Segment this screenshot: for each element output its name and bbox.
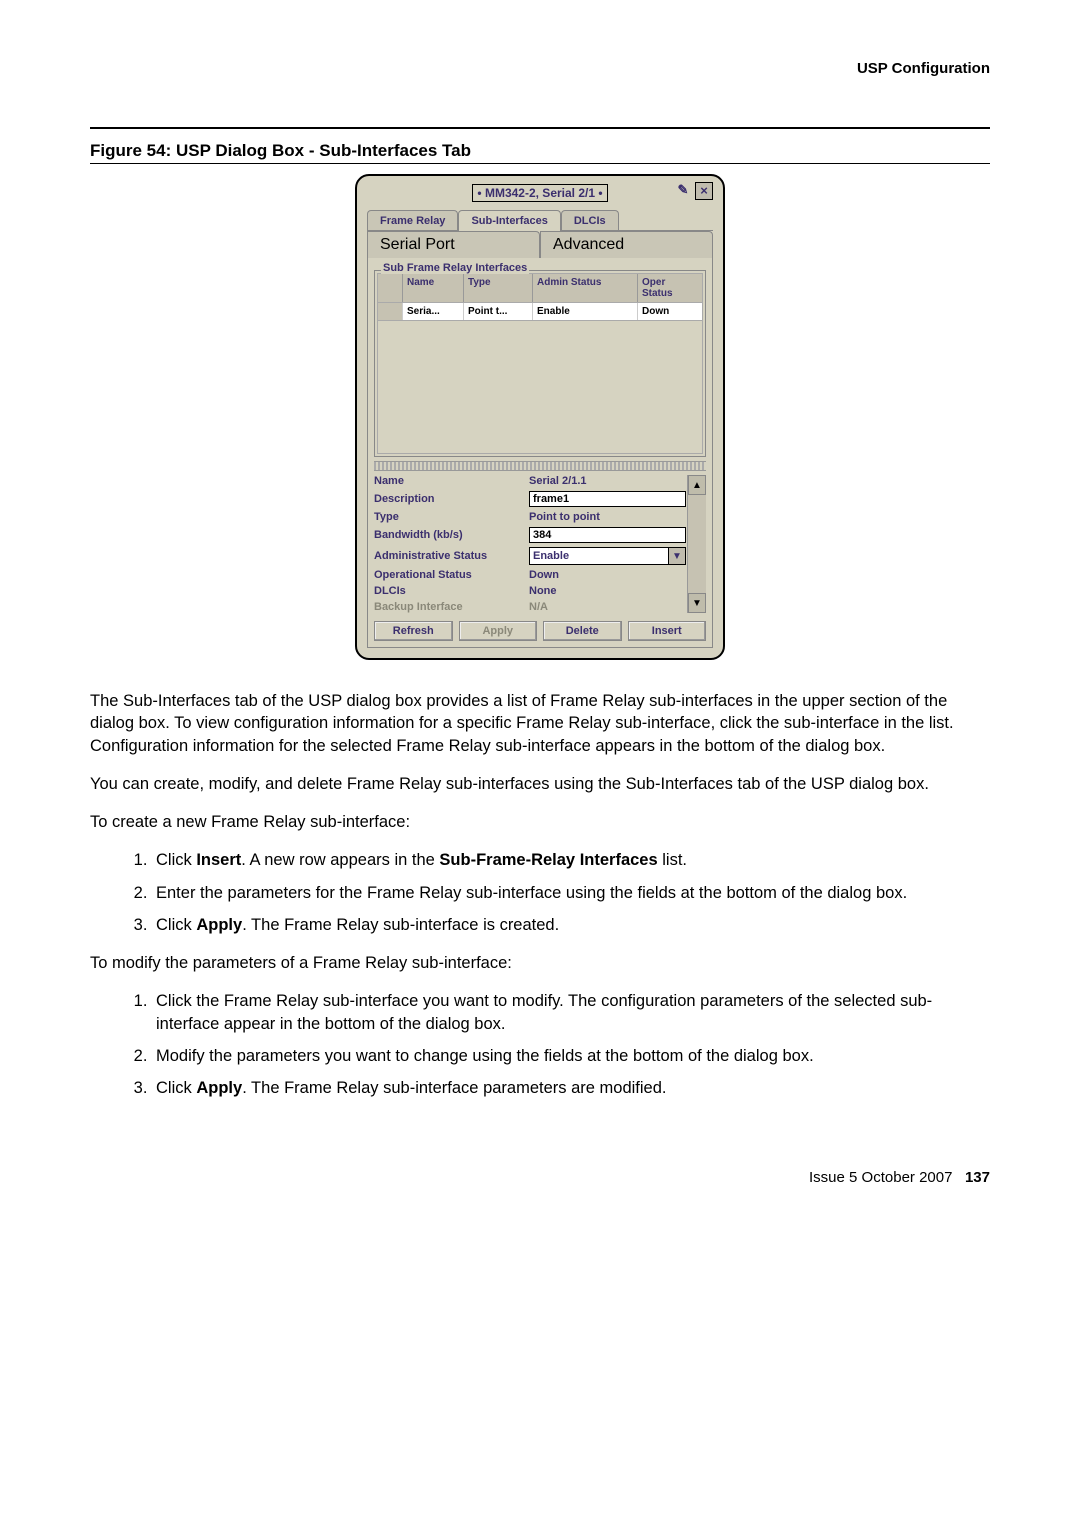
- rule-top: [90, 127, 990, 129]
- chevron-down-icon[interactable]: ▼: [668, 548, 685, 564]
- usp-dialog: • MM342-2, Serial 2/1 • ✎ × Frame Relay …: [355, 174, 725, 660]
- sub-frame-relay-group: Sub Frame Relay Interfaces Name Type Adm…: [374, 270, 706, 457]
- list-item: Click Apply. The Frame Relay sub-interfa…: [152, 914, 990, 936]
- cell-admin: Enable: [533, 303, 638, 320]
- label-name: Name: [374, 475, 529, 487]
- table-row[interactable]: Seria... Point t... Enable Down: [377, 303, 703, 321]
- paragraph: The Sub-Interfaces tab of the USP dialog…: [90, 690, 990, 757]
- tab-dlcis[interactable]: DLCIs: [561, 210, 619, 231]
- list-item: Click Insert. A new row appears in the S…: [152, 849, 990, 871]
- properties-panel: ▲ ▼ Name Serial 2/1.1 Description Type P…: [374, 475, 706, 613]
- col-admin-status[interactable]: Admin Status: [533, 274, 638, 302]
- grid-empty-area: [377, 321, 703, 454]
- scroll-up-icon[interactable]: ▲: [688, 475, 706, 495]
- dialog-title: • MM342-2, Serial 2/1 •: [472, 184, 607, 202]
- apply-button[interactable]: Apply: [459, 621, 538, 641]
- sub-tabs: Serial Port Advanced: [367, 230, 713, 258]
- close-icon[interactable]: ×: [695, 182, 713, 200]
- list-item: Enter the parameters for the Frame Relay…: [152, 882, 990, 904]
- tab-frame-relay[interactable]: Frame Relay: [367, 210, 458, 231]
- label-description: Description: [374, 493, 529, 505]
- admin-status-value: Enable: [533, 550, 569, 562]
- paragraph: You can create, modify, and delete Frame…: [90, 773, 990, 795]
- col-type[interactable]: Type: [464, 274, 533, 302]
- value-name: Serial 2/1.1: [529, 475, 686, 487]
- splitter[interactable]: [374, 461, 706, 471]
- col-name[interactable]: Name: [403, 274, 464, 302]
- value-dlcis: None: [529, 585, 686, 597]
- page-footer: Issue 5 October 2007 137: [90, 1169, 990, 1186]
- delete-button[interactable]: Delete: [543, 621, 622, 641]
- value-type: Point to point: [529, 511, 686, 523]
- label-bandwidth: Bandwidth (kb/s): [374, 529, 529, 541]
- value-backup-interface: N/A: [529, 601, 686, 613]
- cell-oper: Down: [638, 303, 702, 320]
- label-oper-status: Operational Status: [374, 569, 529, 581]
- list-item: Modify the parameters you want to change…: [152, 1045, 990, 1067]
- tab-advanced[interactable]: Advanced: [540, 231, 713, 258]
- label-backup-interface: Backup Interface: [374, 601, 529, 613]
- rule-bottom: [90, 163, 990, 164]
- tab-serial-port[interactable]: Serial Port: [367, 231, 540, 258]
- properties-scrollbar[interactable]: ▲ ▼: [687, 475, 706, 613]
- paragraph: To modify the parameters of a Frame Rela…: [90, 952, 990, 974]
- scroll-down-icon[interactable]: ▼: [688, 593, 706, 613]
- label-dlcis: DLCIs: [374, 585, 529, 597]
- description-field[interactable]: [529, 491, 686, 507]
- cell-type: Point t...: [464, 303, 533, 320]
- dialog-buttons: Refresh Apply Delete Insert: [374, 621, 706, 641]
- insert-button[interactable]: Insert: [628, 621, 707, 641]
- top-tabs: Frame Relay Sub-Interfaces DLCIs: [367, 210, 713, 231]
- pin-icon[interactable]: ✎: [675, 182, 691, 198]
- admin-status-select[interactable]: Enable ▼: [529, 547, 686, 565]
- list-item: Click the Frame Relay sub-interface you …: [152, 990, 990, 1035]
- label-admin-status: Administrative Status: [374, 550, 529, 562]
- refresh-button[interactable]: Refresh: [374, 621, 453, 641]
- label-type: Type: [374, 511, 529, 523]
- col-oper-status[interactable]: Oper Status: [638, 274, 702, 302]
- group-label: Sub Frame Relay Interfaces: [381, 262, 529, 274]
- figure-caption: Figure 54: USP Dialog Box - Sub-Interfac…: [90, 141, 990, 161]
- cell-name: Seria...: [403, 303, 464, 320]
- modify-steps: Click the Frame Relay sub-interface you …: [90, 990, 990, 1099]
- list-item: Click Apply. The Frame Relay sub-interfa…: [152, 1077, 990, 1099]
- grid-header: Name Type Admin Status Oper Status: [377, 273, 703, 303]
- section-header: USP Configuration: [90, 60, 990, 77]
- create-steps: Click Insert. A new row appears in the S…: [90, 849, 990, 936]
- paragraph: To create a new Frame Relay sub-interfac…: [90, 811, 990, 833]
- tab-sub-interfaces[interactable]: Sub-Interfaces: [458, 210, 560, 231]
- tab-pane: Sub Frame Relay Interfaces Name Type Adm…: [367, 258, 713, 648]
- row-selector[interactable]: [378, 303, 403, 320]
- value-oper-status: Down: [529, 569, 686, 581]
- bandwidth-field[interactable]: [529, 527, 686, 543]
